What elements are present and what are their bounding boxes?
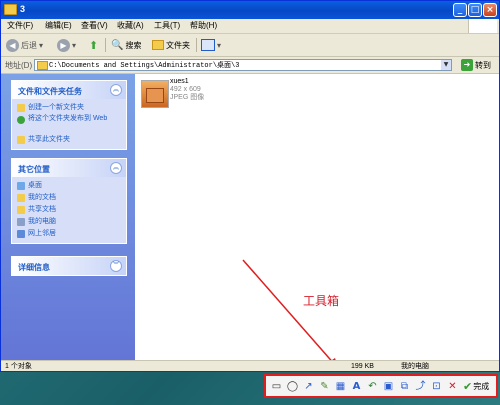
done-icon: ✔ xyxy=(463,380,473,393)
pen-icon[interactable]: ✎ xyxy=(317,379,332,394)
explorer-window: 3 _ □ × 文件(F) 编辑(E) 查看(V) 收藏(A) 工具(T) 帮助… xyxy=(0,0,500,372)
status-object-count: 1 个对象 xyxy=(5,363,32,370)
status-size: 199 KB xyxy=(351,363,374,370)
save-icon[interactable]: ▣ xyxy=(381,379,396,394)
arrow-icon[interactable]: ↗ xyxy=(301,379,316,394)
text-icon[interactable]: A xyxy=(349,379,364,394)
share-icon[interactable]: ⤴ xyxy=(413,379,428,394)
copy-icon[interactable]: ⧉ xyxy=(397,379,412,394)
pin-icon[interactable]: ⊡ xyxy=(429,379,444,394)
annotation-arrow xyxy=(242,259,339,370)
done-label: 完成 xyxy=(473,381,490,391)
ellipse-icon[interactable]: ◯ xyxy=(285,379,300,394)
screenshot-toolbar: ▭ ◯ ↗ ✎ ▦ A ↶ ▣ ⧉ ⤴ ⊡ ✕ ✔ 完成 xyxy=(264,374,498,398)
done-button[interactable]: ✔ 完成 xyxy=(463,380,489,393)
cancel-icon[interactable]: ✕ xyxy=(445,379,460,394)
undo-icon[interactable]: ↶ xyxy=(365,379,380,394)
rectangle-icon[interactable]: ▭ xyxy=(269,379,284,394)
status-bar: 1 个对象 199 KB 我的电脑 xyxy=(1,360,499,371)
status-location: 我的电脑 xyxy=(401,363,429,370)
mosaic-icon[interactable]: ▦ xyxy=(333,379,348,394)
annotation-label: 工具箱 xyxy=(303,294,340,308)
